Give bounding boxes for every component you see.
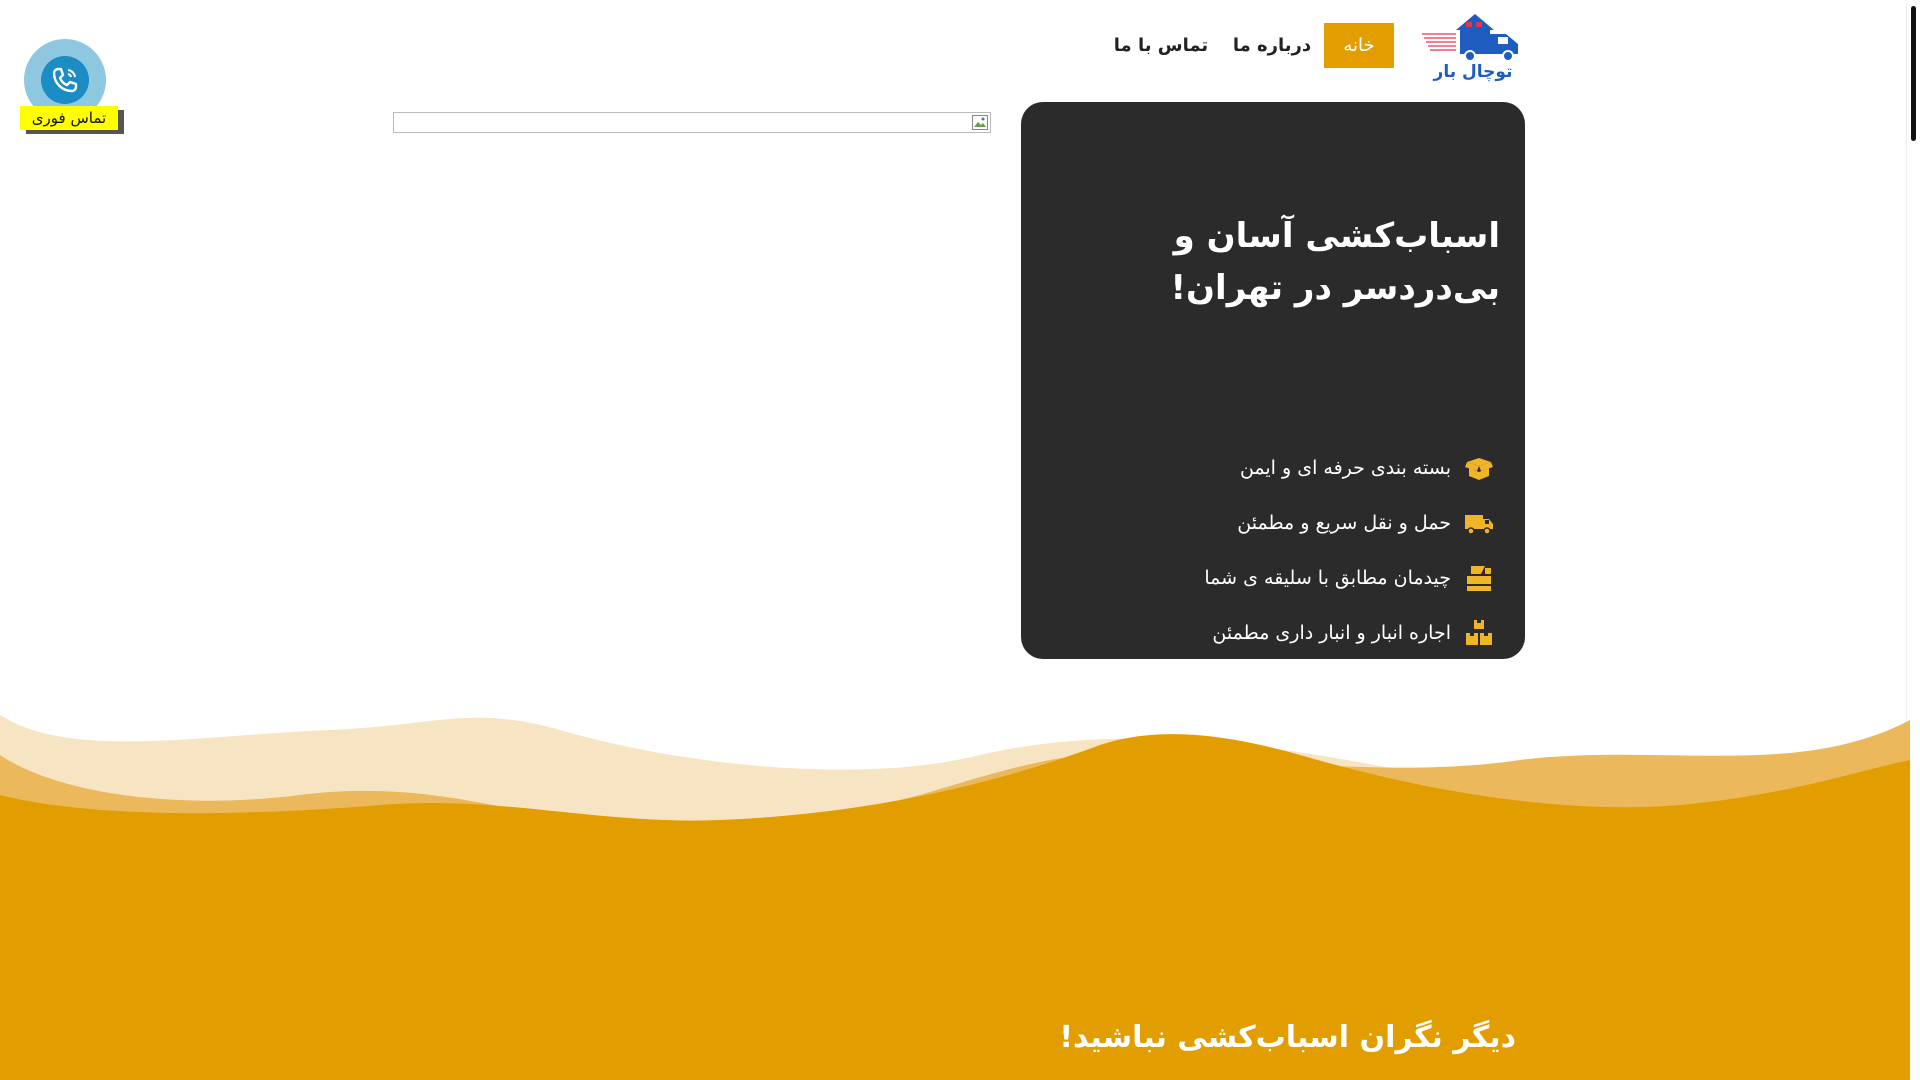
hero-title: اسباب‌کشی آسان و بی‌دردسر در تهران!: [1170, 216, 1500, 308]
moving-truck-logo-icon: [1422, 14, 1518, 62]
nav-home[interactable]: خانه: [1324, 23, 1394, 68]
logo-text: توچال بار: [1433, 62, 1513, 82]
broken-image-icon: [972, 115, 988, 130]
nav-about[interactable]: درباره ما: [1226, 23, 1318, 68]
decorative-wave-background: [0, 715, 1910, 1080]
hero-card: اسباب‌کشی آسان و بی‌دردسر در تهران! بسته…: [1021, 102, 1525, 659]
feature-text: چیدمان مطابق با سلیقه ی شما: [1204, 567, 1451, 589]
call-label[interactable]: تماس فوری: [20, 106, 118, 130]
feature-item: چیدمان مطابق با سلیقه ی شما: [1204, 561, 1495, 595]
feature-item: بسته بندی حرفه ای و ایمن: [1240, 451, 1495, 485]
section-title: دیگر نگران اسباب‌کشی نباشید!: [1059, 1020, 1516, 1055]
feature-text: اجاره انبار و انبار داری مطمئن: [1212, 622, 1451, 644]
feature-text: بسته بندی حرفه ای و ایمن: [1239, 457, 1451, 479]
box-arrange-icon: [1467, 566, 1491, 591]
call-button-inner: [41, 56, 89, 104]
truck-icon: [1465, 515, 1493, 535]
box-open-icon: [1465, 458, 1493, 480]
hero-image-placeholder: [393, 112, 991, 133]
feature-item: حمل و نقل سریع و مطمئن: [1237, 506, 1495, 540]
site-logo[interactable]: توچال بار: [1420, 10, 1526, 84]
phone-icon: [52, 67, 78, 93]
nav-contact[interactable]: تماس با ما: [1110, 23, 1212, 68]
scrollbar-thumb[interactable]: [1911, 6, 1916, 141]
feature-item: اجاره انبار و انبار داری مطمئن: [1212, 616, 1495, 650]
warehouse-boxes-icon: [1466, 620, 1492, 645]
feature-text: حمل و نقل سریع و مطمئن: [1237, 512, 1451, 534]
